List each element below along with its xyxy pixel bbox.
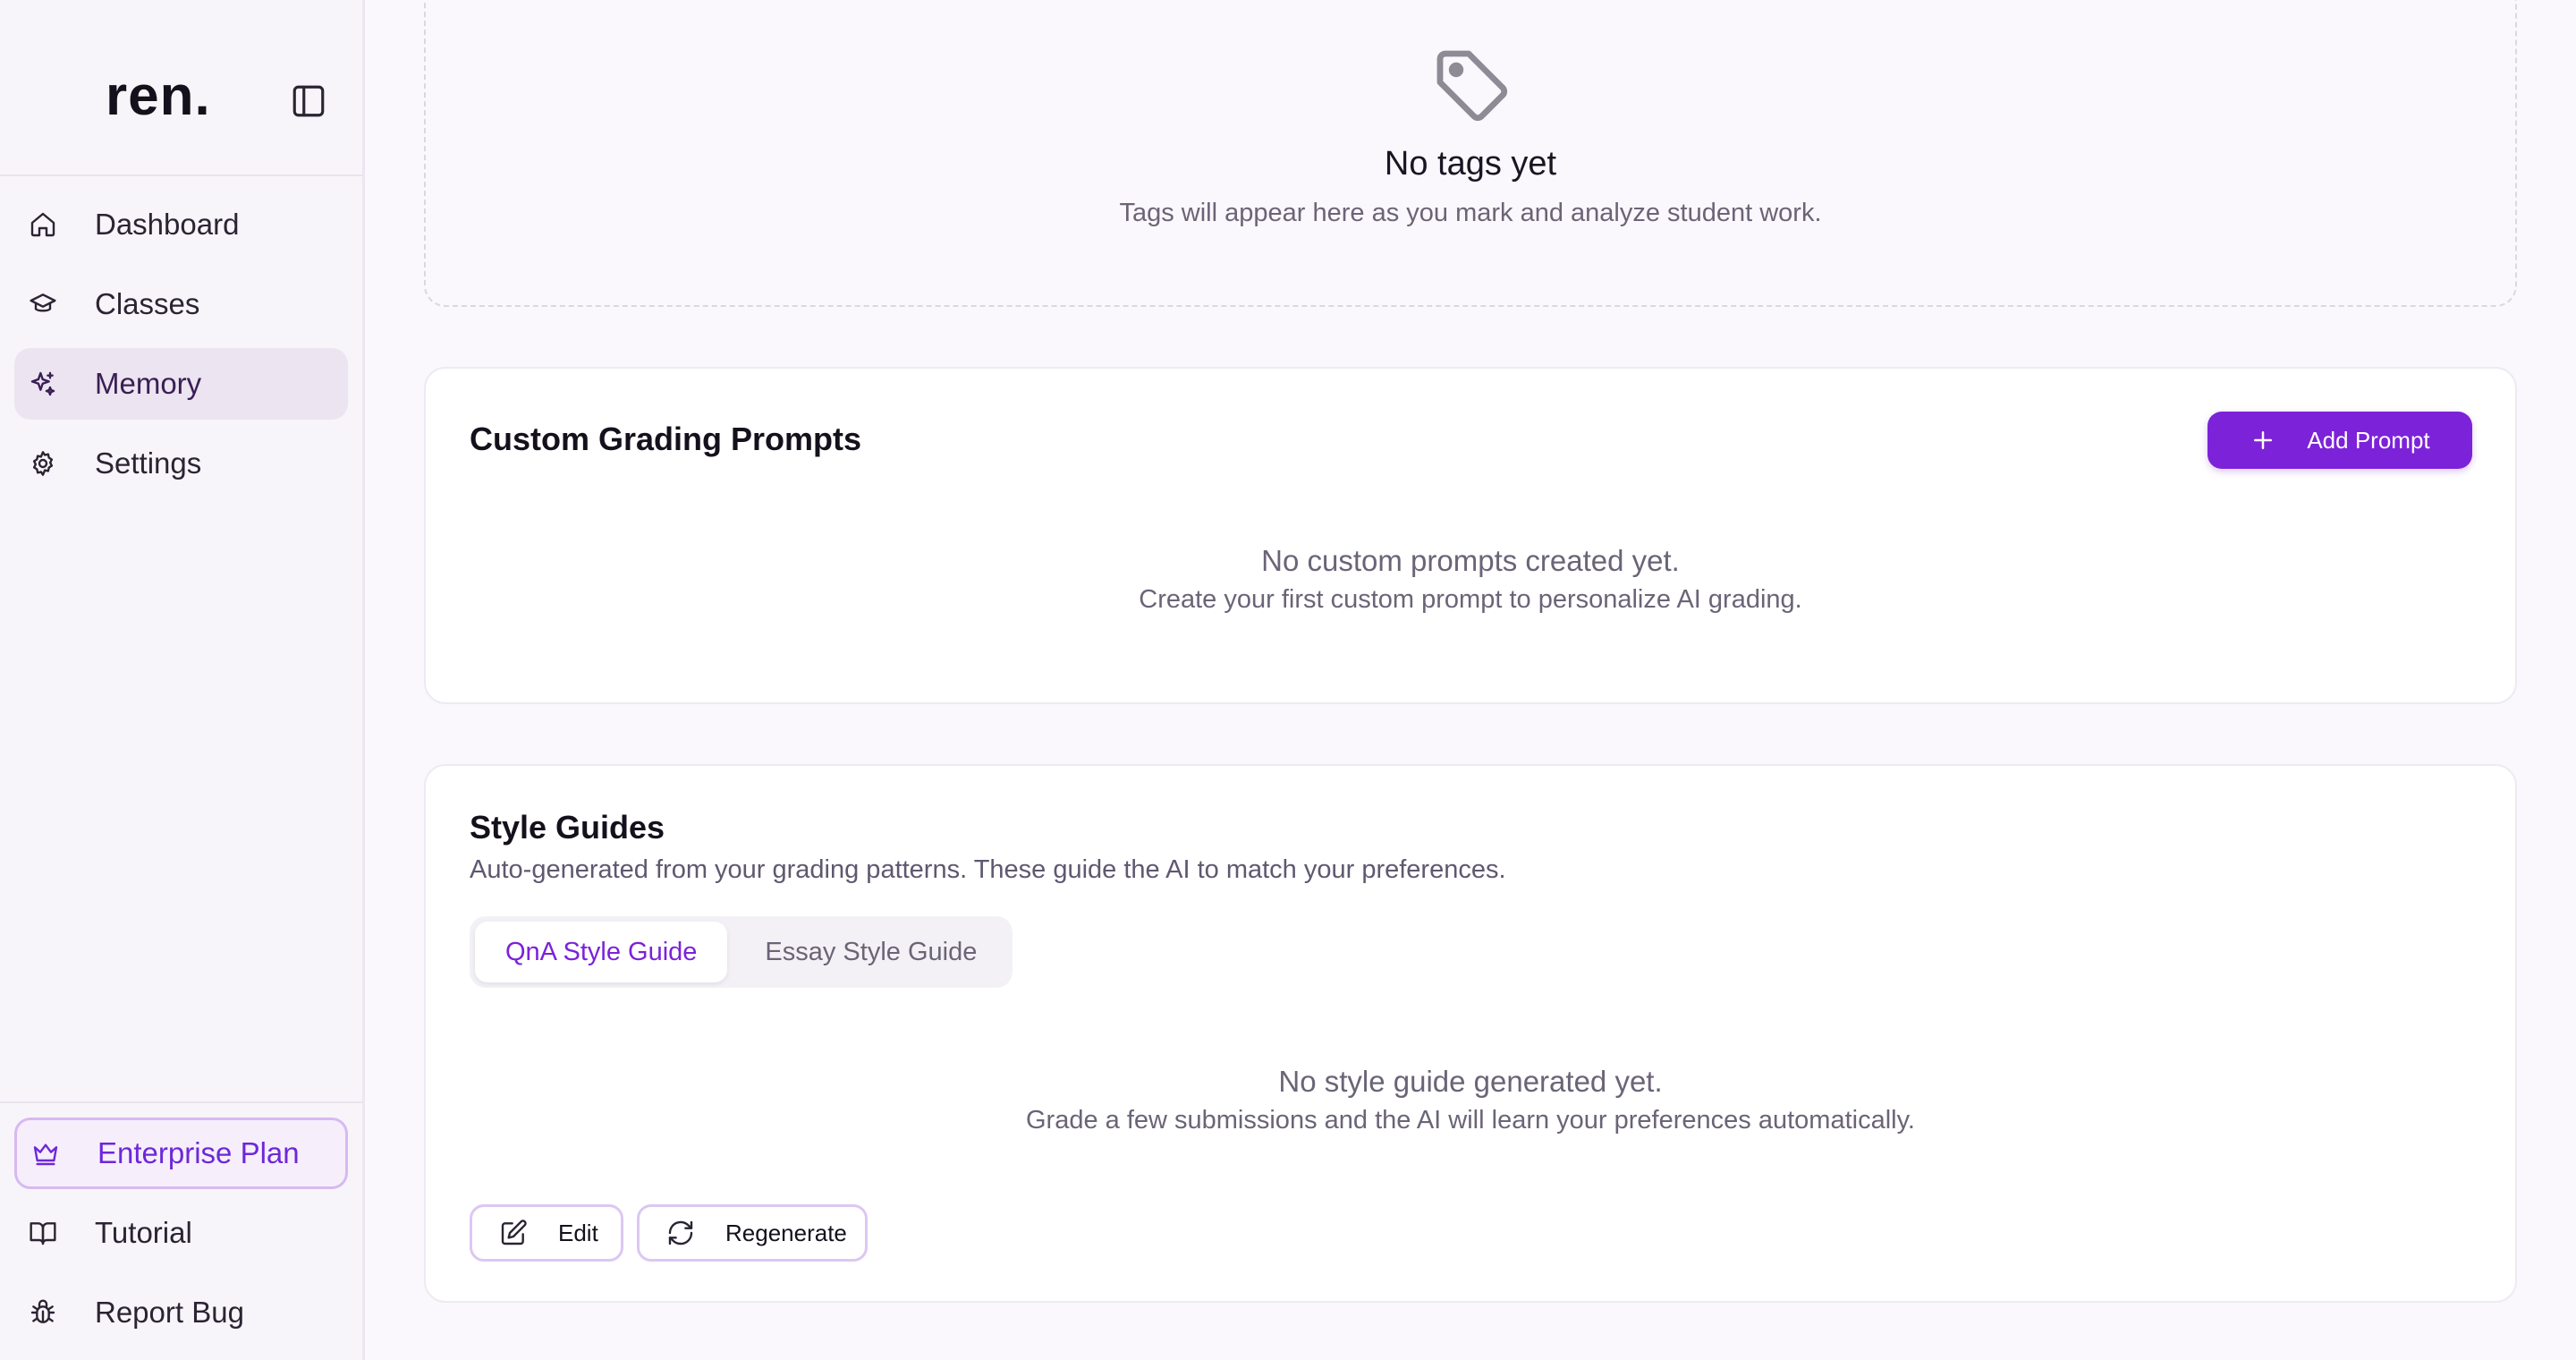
tags-empty-title: No tags yet — [1384, 145, 1557, 183]
app-root: ren. Dashboard Classes Memory Settings E… — [0, 0, 2576, 1360]
section-title: Custom Grading Prompts — [470, 421, 862, 457]
plus-icon — [2250, 427, 2276, 454]
sidebar: ren. Dashboard Classes Memory Settings E… — [0, 0, 365, 1360]
sidebar-nav: Dashboard Classes Memory Settings — [0, 176, 362, 499]
regenerate-button[interactable]: Regenerate — [637, 1204, 868, 1262]
sidebar-item-settings[interactable]: Settings — [14, 428, 348, 499]
sidebar-item-label: Tutorial — [95, 1216, 192, 1249]
graduation-cap-icon — [29, 290, 57, 319]
edit-button[interactable]: Edit — [470, 1204, 623, 1262]
tab-essay-style-guide[interactable]: Essay Style Guide — [734, 922, 1007, 982]
sidebar-item-report-bug[interactable]: Report Bug — [14, 1277, 348, 1348]
edit-label: Edit — [558, 1219, 598, 1246]
tag-icon — [1429, 43, 1515, 129]
tags-empty-subtitle: Tags will appear here as you mark and an… — [1119, 199, 1822, 227]
style-guides-card: Style Guides Auto-generated from your gr… — [424, 764, 2517, 1303]
style-guide-empty-subtitle: Grade a few submissions and the AI will … — [1025, 1106, 1915, 1135]
section-description: Auto-generated from your grading pattern… — [470, 855, 1506, 884]
add-prompt-label: Add Prompt — [2307, 426, 2430, 454]
prompts-empty-subtitle: Create your first custom prompt to perso… — [1139, 585, 1802, 614]
regenerate-label: Regenerate — [725, 1219, 847, 1246]
custom-prompts-card: Custom Grading Prompts Add Prompt No cus… — [424, 367, 2517, 704]
sidebar-bottom: Enterprise Plan Tutorial Report Bug — [0, 1101, 362, 1348]
style-guide-empty-title: No style guide generated yet. — [1278, 1065, 1663, 1098]
sidebar-item-label: Settings — [95, 446, 202, 480]
bug-icon — [29, 1298, 57, 1327]
sidebar-item-label: Memory — [95, 367, 202, 400]
brand-row: ren. — [0, 0, 362, 176]
app-logo[interactable]: ren. — [106, 64, 211, 128]
sparkles-icon — [29, 370, 57, 398]
enterprise-plan-button[interactable]: Enterprise Plan — [14, 1118, 348, 1189]
gear-icon — [29, 449, 57, 478]
home-icon — [29, 210, 57, 239]
crown-icon — [31, 1139, 60, 1168]
refresh-icon — [666, 1219, 695, 1247]
sidebar-item-label: Report Bug — [95, 1296, 244, 1329]
sidebar-item-memory[interactable]: Memory — [14, 348, 348, 420]
section-title: Style Guides — [470, 809, 665, 846]
sidebar-toggle-icon[interactable] — [290, 82, 327, 120]
main-content: No tags yet Tags will appear here as you… — [365, 0, 2576, 1360]
enterprise-plan-label: Enterprise Plan — [97, 1136, 300, 1169]
book-open-icon — [29, 1219, 57, 1247]
add-prompt-button[interactable]: Add Prompt — [2207, 412, 2472, 469]
prompts-empty-title: No custom prompts created yet. — [1261, 544, 1680, 577]
sidebar-item-classes[interactable]: Classes — [14, 268, 348, 340]
sidebar-item-dashboard[interactable]: Dashboard — [14, 189, 348, 260]
sidebar-item-tutorial[interactable]: Tutorial — [14, 1197, 348, 1269]
sidebar-item-label: Classes — [95, 287, 200, 320]
tags-empty-card: No tags yet Tags will appear here as you… — [424, 0, 2517, 307]
sidebar-item-label: Dashboard — [95, 208, 240, 241]
tab-qna-style-guide[interactable]: QnA Style Guide — [475, 922, 728, 982]
style-guide-tabs: QnA Style Guide Essay Style Guide — [470, 916, 1013, 988]
edit-icon — [499, 1219, 528, 1247]
